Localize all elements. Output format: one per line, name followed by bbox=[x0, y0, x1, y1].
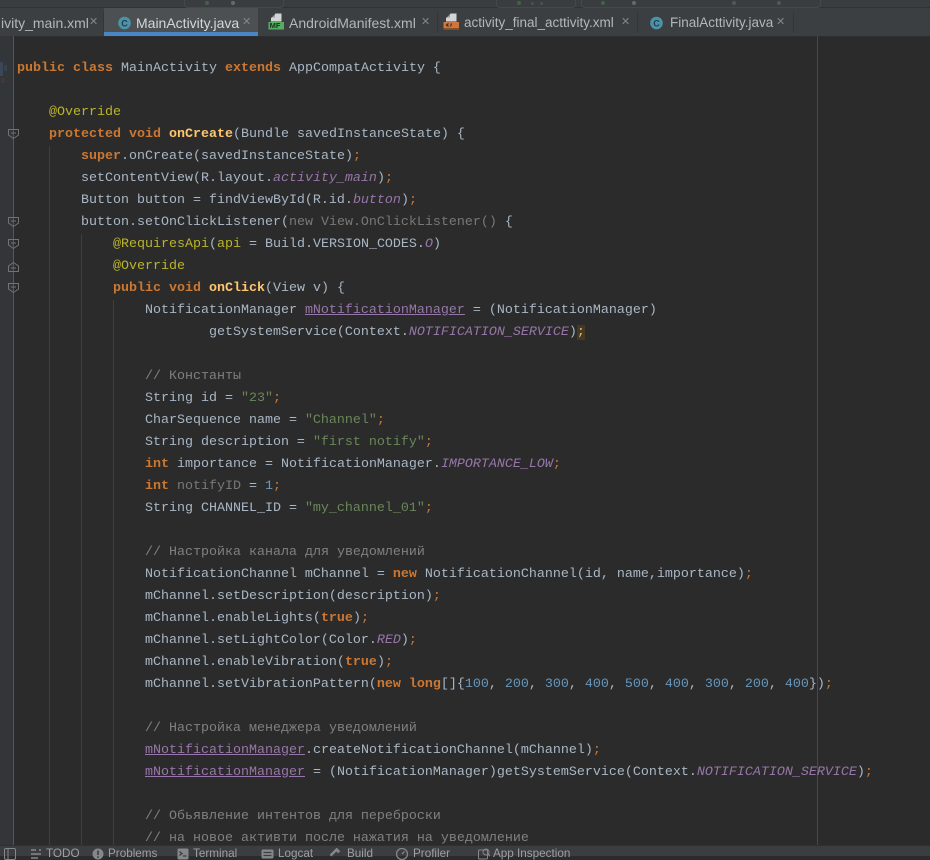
svg-text:MF: MF bbox=[270, 21, 281, 30]
svg-text:C: C bbox=[653, 18, 660, 28]
svg-text:C: C bbox=[121, 18, 128, 28]
